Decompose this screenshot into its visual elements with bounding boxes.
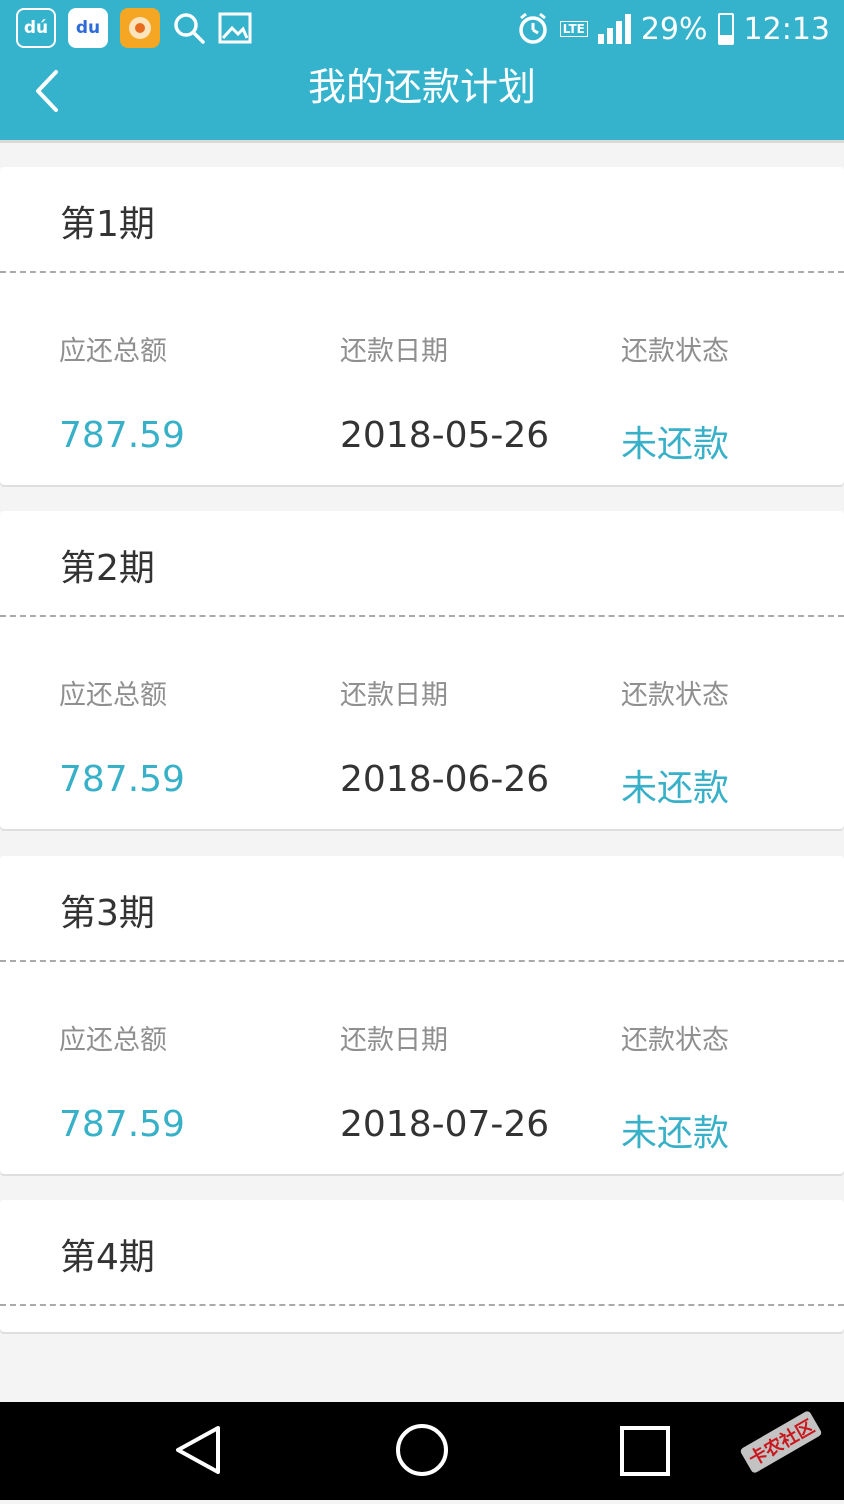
alarm-clock-icon <box>519 12 547 44</box>
game-app-icon <box>120 8 160 48</box>
battery-icon <box>717 13 734 45</box>
period-card-body: 应还总额 还款日期 还款状态 787.59 2018-07-26 未还款 <box>0 962 844 1174</box>
period-title: 第4期 <box>60 1237 155 1278</box>
android-navigation-bar <box>0 1402 844 1500</box>
amount-label: 应还总额 <box>59 680 167 711</box>
watermark-text: 卡农社区 <box>739 1409 823 1475</box>
amount-value: 787.59 <box>59 415 185 456</box>
status-right-icons: LTE 29% 12:13 <box>516 8 830 50</box>
date-label: 还款日期 <box>340 336 448 367</box>
payment-status-value: 未还款 <box>621 1113 730 1154</box>
amount-label: 应还总额 <box>59 336 167 367</box>
amount-value: 787.59 <box>59 759 185 800</box>
status-label: 还款状态 <box>621 336 729 367</box>
period-title: 第2期 <box>60 548 155 589</box>
gallery-icon <box>218 12 252 44</box>
period-card-header: 第3期 <box>0 856 844 962</box>
payment-status-value: 未还款 <box>621 424 730 465</box>
due-date-value: 2018-05-26 <box>340 415 550 456</box>
status-left-icons: dú du <box>16 8 252 48</box>
period-card-header: 第4期 <box>0 1200 844 1306</box>
title-bar: 我的还款计划 <box>0 58 844 140</box>
signal-strength-icon <box>597 14 631 44</box>
status-label: 还款状态 <box>621 680 729 711</box>
lte-label: LTE <box>559 21 588 37</box>
amount-label: 应还总额 <box>59 1025 167 1056</box>
amount-value: 787.59 <box>59 1104 185 1145</box>
period-card-4: 第4期 <box>0 1200 844 1332</box>
search-icon <box>174 13 205 44</box>
status-bar: dú du LTE 29% 12:13 <box>0 0 844 58</box>
clock-time: 12:13 <box>743 11 830 47</box>
period-card-2: 第2期 应还总额 还款日期 还款状态 787.59 2018-06-26 未还款 <box>0 511 844 829</box>
title-divider <box>0 140 844 143</box>
due-date-value: 2018-06-26 <box>340 759 550 800</box>
date-label: 还款日期 <box>340 680 448 711</box>
status-label: 还款状态 <box>621 1025 729 1056</box>
circle-home-icon[interactable] <box>396 1424 448 1476</box>
square-recent-icon[interactable] <box>620 1426 670 1476</box>
period-card-1: 第1期 应还总额 还款日期 还款状态 787.59 2018-05-26 未还款 <box>0 167 844 485</box>
baidu-app-icon: du <box>68 8 108 48</box>
period-title: 第1期 <box>60 204 155 245</box>
battery-percentage: 29% <box>640 11 708 47</box>
payment-status-value: 未还款 <box>621 768 730 809</box>
date-label: 还款日期 <box>340 1025 448 1056</box>
period-title: 第3期 <box>60 893 155 934</box>
period-card-header: 第1期 <box>0 167 844 273</box>
nav-back-button[interactable] <box>168 1420 228 1480</box>
game-app-glyph-icon <box>129 17 151 39</box>
period-card-body: 应还总额 还款日期 还款状态 787.59 2018-06-26 未还款 <box>0 617 844 829</box>
period-card-3: 第3期 应还总额 还款日期 还款状态 787.59 2018-07-26 未还款 <box>0 856 844 1174</box>
page-title: 我的还款计划 <box>307 65 536 109</box>
period-card-header: 第2期 <box>0 511 844 617</box>
period-card-body: 应还总额 还款日期 还款状态 787.59 2018-05-26 未还款 <box>0 273 844 485</box>
triangle-back-icon <box>176 1426 220 1474</box>
du-app-icon: dú <box>16 8 56 48</box>
due-date-value: 2018-07-26 <box>340 1104 550 1145</box>
